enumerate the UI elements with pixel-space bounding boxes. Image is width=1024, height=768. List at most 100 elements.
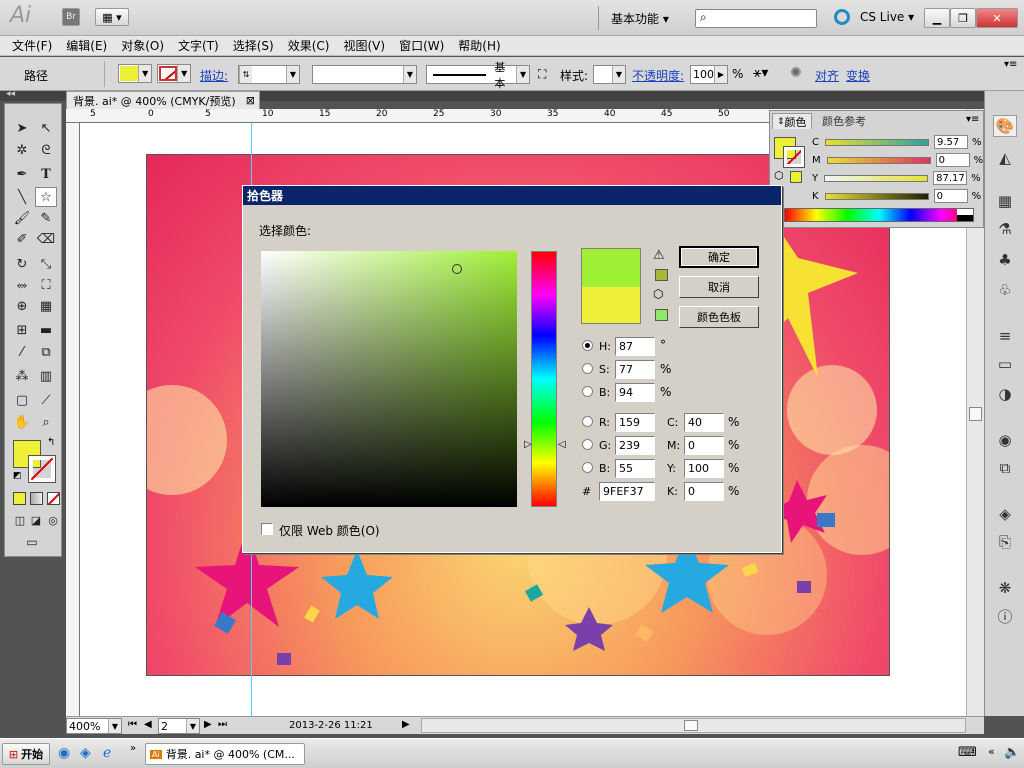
menu-effect[interactable]: 效果(C) [288,37,330,54]
shape-builder-tool-icon[interactable]: ⊕ [11,296,33,316]
close-tab-icon[interactable]: ⊠ [246,94,255,107]
web-only-checkbox[interactable] [261,523,273,535]
hue-left-arrow-icon[interactable]: ▷ [524,439,532,450]
brushes-panel-icon[interactable]: ⚗ [993,218,1017,240]
blend-tool-icon[interactable]: ⧉ [35,342,57,362]
tab-color[interactable]: ⇕ 颜色 [772,113,812,129]
color-guide-panel-icon[interactable]: ◭ [993,147,1017,169]
stroke-link[interactable]: 描边: [200,67,228,84]
magenta-input[interactable]: 0 [684,436,724,455]
rotate-tool-icon[interactable]: ↻ [11,254,33,274]
selection-tool-icon[interactable]: ➤ [11,118,33,138]
volume-icon[interactable]: 🔈 [1004,745,1020,760]
ok-button[interactable]: 确定 [679,246,759,268]
stroke-swatch-dropdown[interactable]: ▼ [157,64,191,83]
none-mode-icon[interactable] [47,492,60,505]
magic-wand-tool-icon[interactable]: ✲ [11,140,33,160]
black-input[interactable]: 0 [684,482,724,501]
arrange-docs-button[interactable]: ▦ ▾ [95,8,129,26]
menu-view[interactable]: 视图(V) [343,37,385,54]
align-link[interactable]: 对齐 [815,67,839,84]
perspective-grid-tool-icon[interactable]: ▦ [35,296,57,316]
info-panel-icon[interactable]: ⓘ [993,605,1017,627]
stroke-weight-input[interactable]: ⇅ ▼ [238,65,300,84]
radio-s[interactable] [582,363,593,374]
graphic-styles-icon[interactable]: ⧉ [993,457,1017,479]
saturation-brightness-field[interactable] [261,251,517,507]
minimize-button[interactable]: ▁ [924,8,950,28]
menu-help[interactable]: 帮助(H) [458,37,500,54]
zoom-tool-icon[interactable]: ⌕ [35,412,57,432]
artboards-panel-icon[interactable]: ⎘ [993,531,1017,553]
green-input[interactable]: 239 [615,436,655,455]
close-button[interactable]: ✕ [976,8,1018,28]
hscroll-thumb[interactable] [684,720,698,731]
menu-file[interactable]: 文件(F) [12,37,52,54]
gamut-color-swatch[interactable] [655,269,668,281]
swap-colors-icon[interactable]: ↰ [47,437,55,448]
color-panel-icon[interactable]: 🎨 [993,115,1017,137]
hue-input[interactable]: 87 [615,337,655,356]
blue-input[interactable]: 55 [615,459,655,478]
menu-object[interactable]: 对象(O) [121,37,164,54]
transform-link[interactable]: 变换 [846,67,870,84]
paintbrush-tool-icon[interactable]: 🖌 [11,208,33,228]
gradient-panel-icon[interactable]: ▭ [993,353,1017,375]
scroll-thumb[interactable] [969,407,982,421]
cyan-slider[interactable]: C 9.57% [812,135,997,149]
fill-swatch-dropdown[interactable]: ▼ [118,64,152,83]
eraser-tool-icon[interactable]: ⌫ [35,229,57,249]
collapse-tools-icon[interactable]: ◂◂ [6,89,15,99]
symbols-panel-icon[interactable]: ♣ [993,249,1017,271]
mesh-tool-icon[interactable]: ⊞ [11,320,33,340]
hand-tool-icon[interactable]: ✋ [11,412,33,432]
explorer-icon[interactable]: ◈ [80,745,91,761]
panel-menu-icon[interactable]: ▾≡ [966,114,979,125]
column-graph-tool-icon[interactable]: ▥ [35,366,57,386]
variable-width-dropdown[interactable]: ▼ [312,65,417,84]
draw-inside-icon[interactable]: ◎ [42,510,64,530]
graphic-style-dropdown[interactable]: ▼ [593,65,626,84]
hex-input[interactable]: 9FEF37 [599,482,655,501]
radio-h[interactable] [582,340,593,351]
screen-mode-icon[interactable]: ▭ [21,532,43,552]
cancel-button[interactable]: 取消 [679,276,759,298]
symbol-sprayer-tool-icon[interactable]: ⁂ [11,366,33,386]
brightness-input[interactable]: 94 [615,383,655,402]
eyedropper-tool-icon[interactable]: ⁄ [11,342,33,362]
opacity-link[interactable]: 不透明度: [632,67,684,84]
taskbar-illustrator-item[interactable]: Ai 背景. ai* @ 400% (CM... [145,743,305,765]
blob-brush-tool-icon[interactable]: ✐ [11,229,33,249]
radio-blue[interactable] [582,462,593,473]
color-cursor[interactable] [452,264,462,274]
search-input[interactable]: ⌕ [695,9,817,28]
web-safe-icon[interactable]: ⬡ [653,287,663,301]
status-menu-icon[interactable]: ▶ [402,719,410,730]
swatches-panel-icon[interactable]: ▦ [993,190,1017,212]
first-page-icon[interactable]: ⏮ [128,719,137,730]
next-page-icon[interactable]: ▶ [204,719,212,730]
gradient-tool-icon[interactable]: ▬ [35,320,57,340]
hue-slider[interactable] [531,251,557,507]
color-swatches-button[interactable]: 颜色色板 [679,306,759,328]
horizontal-scrollbar[interactable] [421,718,966,733]
menu-select[interactable]: 选择(S) [233,37,274,54]
gamut-swatch[interactable] [790,171,802,183]
menu-window[interactable]: 窗口(W) [399,37,444,54]
quicklaunch-more-icon[interactable]: » [130,743,136,754]
vertical-ruler[interactable] [66,123,80,716]
line-tool-icon[interactable]: ╲ [11,187,33,207]
star-tool-icon[interactable]: ☆ [35,187,57,207]
direct-selection-tool-icon[interactable]: ↖ [35,118,57,138]
gradient-mode-icon[interactable] [30,492,43,505]
artboard-tool-icon[interactable]: ▢ [11,390,33,410]
tab-color-guide[interactable]: 颜色参考 [818,113,870,129]
gamut-warning-icon[interactable]: ⚠ [653,248,665,263]
slice-tool-icon[interactable]: ⟋ [35,390,57,410]
bridge-button[interactable]: Br [62,8,80,26]
saturation-input[interactable]: 77 [615,360,655,379]
navigator-panel-icon[interactable]: ❋ [993,577,1017,599]
transparency-panel-icon[interactable]: ◑ [993,383,1017,405]
appearance-panel-icon[interactable]: ◉ [993,429,1017,451]
menu-type[interactable]: 文字(T) [178,37,219,54]
